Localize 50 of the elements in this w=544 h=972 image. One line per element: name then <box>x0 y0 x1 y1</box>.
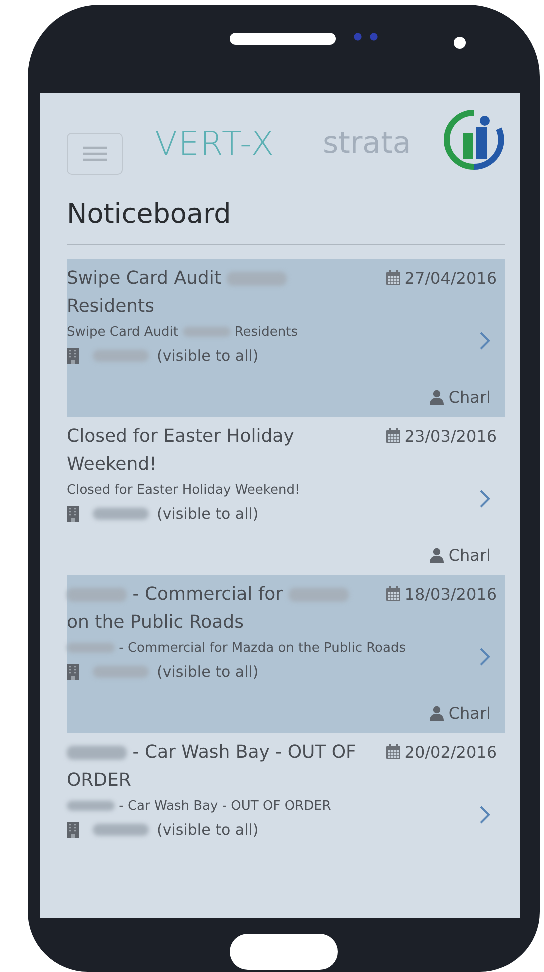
building-icon <box>67 506 79 522</box>
notice-summary: - Car Wash Bay - OUT OF ORDER <box>67 797 447 817</box>
building-icon <box>67 822 79 838</box>
notice-audience: (visible to all) <box>157 347 259 365</box>
user-icon <box>430 706 444 721</box>
notice-summary: Closed for Easter Holiday Weekend! <box>67 482 302 500</box>
blurred-text <box>93 824 149 836</box>
notice-author: Charl <box>448 546 491 565</box>
notice-row[interactable]: - Car Wash Bay - OUT OF ORDER 20/02/2016 - Car Wash Bay - OUT OF ORDER (visible to all) <box>67 733 505 891</box>
home-button[interactable] <box>230 934 338 970</box>
notice-title: - Commercial for on the Public Roads <box>67 581 367 637</box>
notice-row[interactable]: - Commercial for on the Public Roads 18/03/2016 - Commercial for Mazda on the Public Roads (visible to all) Charl <box>67 575 505 733</box>
chevron-right-icon[interactable] <box>479 805 491 825</box>
page-title: Noticeboard <box>67 199 505 245</box>
user-icon <box>430 548 444 563</box>
blurred-text <box>93 666 149 678</box>
notice-row[interactable]: Swipe Card Audit Residents 27/04/2016 Swipe Card Audit Residents (visible to all) Charl <box>67 259 505 417</box>
notice-title: Swipe Card Audit Residents <box>67 265 367 321</box>
user-icon <box>430 390 444 405</box>
blurred-text <box>93 508 149 520</box>
menu-button[interactable] <box>67 133 123 175</box>
notice-author: Charl <box>448 388 491 407</box>
notice-row[interactable]: Closed for Easter Holiday Weekend! 23/03/2016 Closed for Easter Holiday Weekend! (visible to all) Charl <box>67 417 505 575</box>
notice-audience: (visible to all) <box>157 663 259 681</box>
calendar-icon <box>386 428 401 444</box>
building-logo-icon <box>443 109 505 171</box>
notice-date: 27/04/2016 <box>404 268 497 288</box>
sensor-dots <box>354 33 380 41</box>
calendar-icon <box>386 744 401 760</box>
notice-title: Closed for Easter Holiday Weekend! <box>67 425 296 477</box>
notice-date: 23/03/2016 <box>404 426 497 446</box>
menu-icon <box>82 146 108 162</box>
notice-audience: (visible to all) <box>157 821 259 839</box>
notice-summary: - Commercial for Mazda on the Public Roads <box>67 639 447 659</box>
notice-date: 20/02/2016 <box>404 742 497 762</box>
notice-audience: (visible to all) <box>157 505 259 523</box>
notice-summary: Swipe Card Audit Residents <box>67 324 299 342</box>
notice-author: Charl <box>448 704 491 723</box>
building-icon <box>67 348 79 364</box>
camera-dot <box>454 37 466 49</box>
calendar-icon <box>386 270 401 286</box>
notice-title: - Car Wash Bay - OUT OF ORDER <box>67 741 358 793</box>
building-icon <box>67 664 79 680</box>
chevron-right-icon[interactable] <box>479 331 491 351</box>
notice-date: 18/03/2016 <box>404 584 497 604</box>
calendar-icon <box>386 586 401 602</box>
chevron-right-icon[interactable] <box>479 647 491 667</box>
brand-logo-text: VERT-X <box>155 124 275 162</box>
chevron-right-icon[interactable] <box>479 489 491 509</box>
blurred-text <box>93 350 149 362</box>
